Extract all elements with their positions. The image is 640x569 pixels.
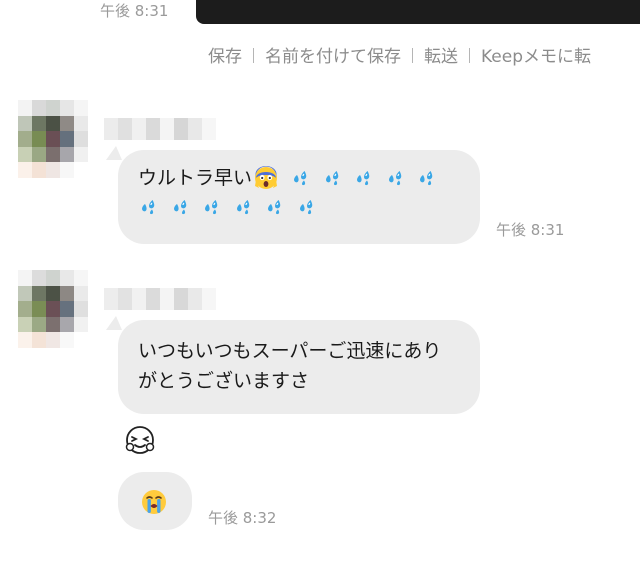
sweat-droplets-icon: [325, 171, 338, 186]
bubble-tail: [106, 316, 122, 330]
message-timestamp: 午後 8:31: [496, 221, 565, 239]
message-timestamp: 午後 8:31: [100, 2, 169, 20]
avatar[interactable]: [18, 100, 88, 178]
sweat-droplets-icon: [299, 200, 312, 215]
divider: [469, 48, 470, 63]
sweat-droplets-icon: [236, 200, 249, 215]
sender-name-blurred: [104, 118, 216, 140]
bubble-tail: [106, 146, 122, 160]
squinting-face-outline-icon: [125, 426, 155, 454]
sweat-droplets-icon: [357, 171, 370, 186]
keep-memo-link[interactable]: Keepメモに転: [481, 47, 591, 67]
sweat-droplets-icon: [173, 200, 186, 215]
forward-link[interactable]: 転送: [424, 47, 458, 67]
media-preview[interactable]: [196, 0, 640, 24]
sweat-droplets-icon: [142, 200, 155, 215]
scream-face-icon: [255, 166, 278, 189]
message-timestamp: 午後 8:32: [208, 509, 277, 527]
sweat-droplets-icon: [205, 200, 218, 215]
save-as-link[interactable]: 名前を付けて保存: [265, 47, 401, 67]
message-text: ウルトラ早い: [138, 167, 253, 189]
divider: [412, 48, 413, 63]
sweat-droplets-icon: [388, 171, 401, 186]
avatar[interactable]: [18, 270, 88, 348]
sweat-droplets-icon: [294, 171, 307, 186]
save-link[interactable]: 保存: [208, 47, 242, 67]
sender-name-blurred: [104, 288, 216, 310]
message-text-line: がとうございますさ: [138, 370, 310, 392]
sweat-droplets-icon: [420, 171, 433, 186]
media-action-bar: 保存 名前を付けて保存 転送 Keepメモに転: [208, 44, 591, 70]
message-bubble[interactable]: [118, 472, 192, 530]
divider: [253, 48, 254, 63]
loudly-crying-face-icon: [142, 490, 166, 514]
message-text-line: いつもいつもスーパーご迅速にあり: [138, 340, 442, 362]
message-bubble[interactable]: ウルトラ早い: [118, 150, 480, 244]
sweat-droplets-icon: [268, 200, 281, 215]
message-bubble[interactable]: いつもいつもスーパーご迅速にあり がとうございますさ: [118, 320, 480, 414]
